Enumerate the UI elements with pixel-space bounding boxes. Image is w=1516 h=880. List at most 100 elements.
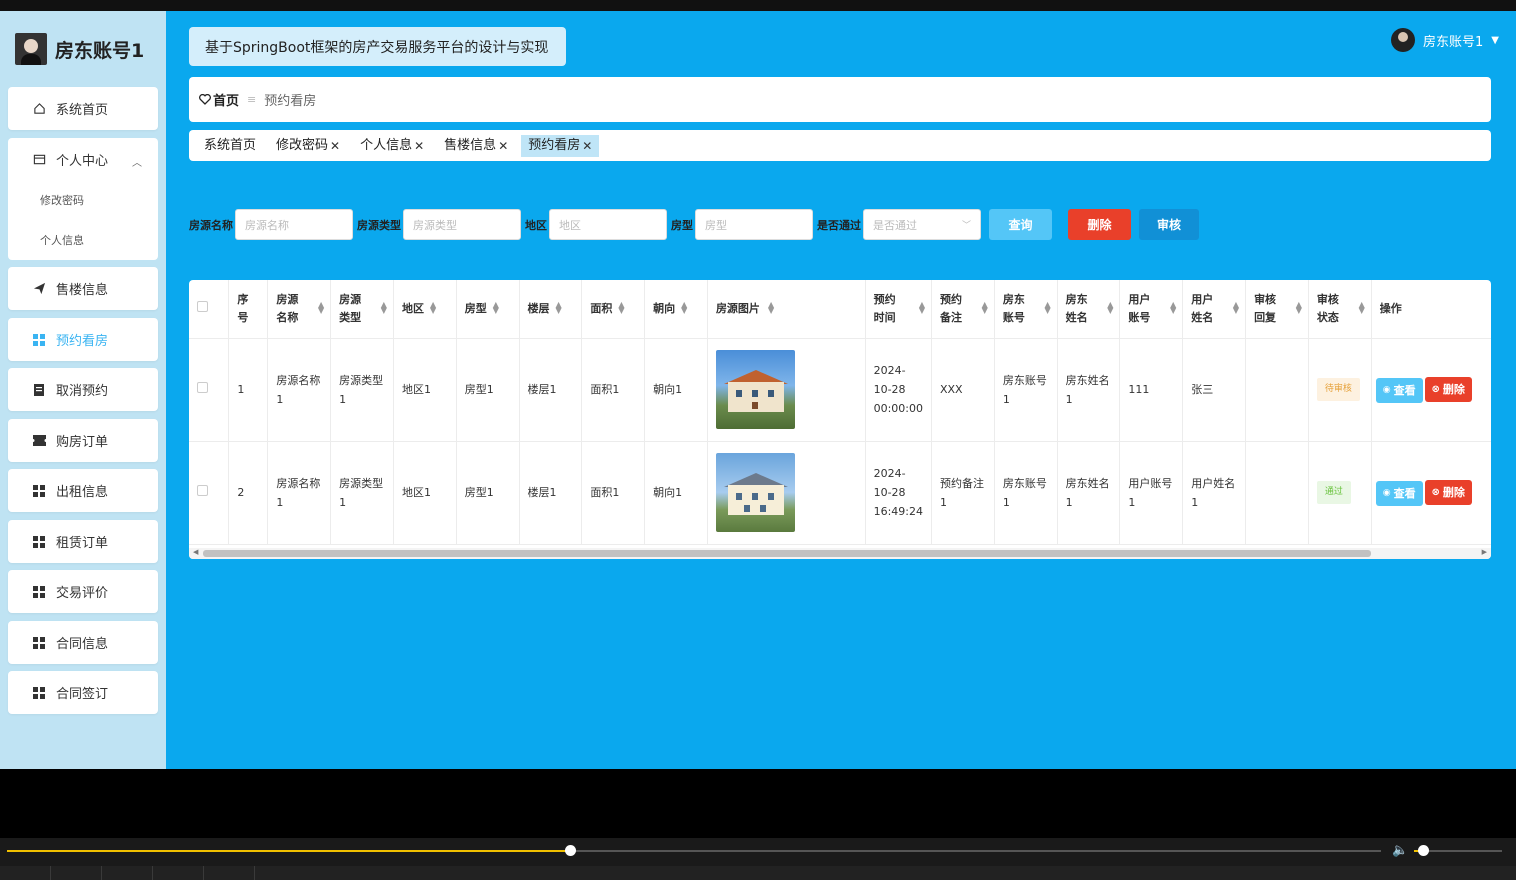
region-input[interactable]: 地区 (549, 209, 667, 240)
close-icon[interactable]: ✕ (582, 135, 592, 157)
volume-icon[interactable]: 🔈 (1392, 843, 1408, 858)
sidebar-item-label: 售楼信息 (56, 283, 109, 298)
volume-knob[interactable] (1417, 845, 1429, 856)
tab-label: 预约看房 (528, 137, 581, 153)
col-orientation[interactable]: 朝向 ▲ ▼ (644, 280, 708, 339)
col-layout[interactable]: 房型 ▲ ▼ (456, 280, 520, 339)
tab-sale-info[interactable]: 售楼信息 ✕ (437, 135, 515, 157)
sort-icon[interactable]: ▲ ▼ (1233, 301, 1239, 315)
sort-icon[interactable]: ▲ ▼ (556, 301, 562, 315)
sidebar-item-appointment[interactable]: 预约看房 (8, 318, 158, 361)
sort-icon[interactable]: ▲ ▼ (681, 301, 687, 315)
house-image[interactable] (715, 453, 795, 532)
search-label-approved: 是否通过 (817, 218, 861, 232)
row-delete-button[interactable]: ⊗ 删除 (1424, 479, 1472, 505)
col-user-account[interactable]: 用户 账号 ▲ ▼ (1119, 280, 1184, 339)
sidebar-item-lease-orders[interactable]: 租赁订单 (8, 520, 158, 563)
sidebar-subitem-change-password[interactable]: 修改密码 (8, 181, 158, 221)
col-owner-account[interactable]: 房东 账号 ▲ ▼ (994, 280, 1058, 339)
sidebar-group-personal: 个人中心 ︿ 修改密码 个人信息 (8, 138, 158, 260)
delete-button[interactable]: 删除 (1068, 209, 1131, 240)
status-badge: 通过 (1316, 481, 1351, 504)
tab-change-password[interactable]: 修改密码 ✕ (269, 135, 347, 157)
cell-status: 通过 (1308, 441, 1372, 545)
sidebar-item-home[interactable]: 系统首页 (8, 87, 158, 130)
sort-icon[interactable]: ▲ ▼ (493, 301, 499, 315)
sort-icon[interactable]: ▲ ▼ (318, 301, 324, 315)
scrollbar-thumb[interactable] (203, 550, 1371, 557)
sidebar-item-cancel-appointment[interactable]: 取消预约 (8, 368, 158, 411)
brand: 房东账号1 (15, 33, 144, 65)
sort-icon[interactable]: ▲ ▼ (1170, 301, 1176, 315)
sidebar-item-contract-info[interactable]: 合同信息 (8, 621, 158, 664)
scroll-right-icon[interactable]: ▶ (1482, 548, 1487, 556)
cell-area: 面积1 (581, 338, 646, 442)
horizontal-scrollbar[interactable]: ◀ ▶ (189, 548, 1491, 559)
scroll-left-icon[interactable]: ◀ (193, 548, 198, 556)
sidebar-item-purchase-orders[interactable]: 购房订单 (8, 419, 158, 462)
sidebar-item-contract-signing[interactable]: 合同签订 (8, 671, 158, 714)
tab-personal-info[interactable]: 个人信息 ✕ (353, 135, 431, 157)
layout-input[interactable]: 房型 (695, 209, 813, 240)
sort-icon[interactable]: ▲ ▼ (381, 301, 387, 315)
col-area[interactable]: 面积 ▲ ▼ (581, 280, 646, 339)
sort-icon[interactable]: ▲ ▼ (919, 301, 925, 315)
col-region[interactable]: 地区 ▲ ▼ (393, 280, 457, 339)
avatar (15, 33, 47, 65)
player-slot (51, 866, 102, 880)
sort-icon[interactable]: ▲ ▼ (618, 301, 624, 315)
breadcrumb-home[interactable]: 首页 (213, 90, 239, 109)
sidebar-item-personal-center[interactable]: 个人中心 ︿ (8, 138, 158, 181)
col-time[interactable]: 预约 时间 ▲ ▼ (865, 280, 932, 339)
cell-type: 房源类型1 (330, 338, 394, 442)
volume-slider[interactable] (1414, 845, 1502, 856)
col-name[interactable]: 房源 名称 ▲ ▼ (267, 280, 332, 339)
col-note[interactable]: 预约 备注 ▲ ▼ (931, 280, 995, 339)
sidebar-item-rental-info[interactable]: 出租信息 (8, 469, 158, 512)
sort-icon[interactable]: ▲ ▼ (1359, 301, 1365, 315)
close-icon[interactable]: ✕ (330, 135, 340, 157)
house-type-input[interactable]: 房源类型 (403, 209, 521, 240)
cell-status: 待审核 (1308, 338, 1372, 442)
row-checkbox[interactable] (197, 485, 208, 496)
eye-icon: ◉ (1382, 487, 1391, 498)
progress-bar[interactable] (7, 845, 1381, 856)
sidebar-subitem-personal-info[interactable]: 个人信息 (8, 221, 158, 261)
search-bar: 房源名称 房源名称 房源类型 房源类型 地区 地区 房型 房型 是否通过 是否通… (189, 209, 1199, 240)
sort-icon[interactable]: ▲ ▼ (1296, 301, 1302, 315)
sort-icon[interactable]: ▲ ▼ (982, 301, 988, 315)
cell-index: 2 (228, 441, 269, 545)
sidebar-item-label: 预约看房 (56, 334, 109, 349)
sort-icon[interactable]: ▲ ▼ (1044, 301, 1050, 315)
sidebar-item-sale-info[interactable]: 售楼信息 (8, 267, 158, 310)
tab-appointment[interactable]: 预约看房 ✕ (521, 134, 600, 157)
view-button[interactable]: ◉ 查看 (1375, 480, 1423, 506)
close-icon[interactable]: ✕ (498, 135, 508, 157)
view-button[interactable]: ◉ 查看 (1375, 377, 1423, 403)
sidebar-item-trade-reviews[interactable]: 交易评价 (8, 570, 158, 613)
col-image[interactable]: 房源图片 ▲ ▼ (707, 280, 866, 339)
select-all-cell (189, 280, 230, 339)
audit-button[interactable]: 审核 (1139, 209, 1199, 240)
col-floor[interactable]: 楼层 ▲ ▼ (519, 280, 583, 339)
house-name-input[interactable]: 房源名称 (235, 209, 353, 240)
query-button[interactable]: 查询 (989, 209, 1052, 240)
col-user-name[interactable]: 用户 姓名 ▲ ▼ (1182, 280, 1247, 339)
row-delete-button[interactable]: ⊗ 删除 (1424, 376, 1472, 402)
col-owner-name[interactable]: 房东 姓名 ▲ ▼ (1057, 280, 1121, 339)
col-status[interactable]: 审核 状态 ▲ ▼ (1308, 280, 1372, 339)
search-label-name: 房源名称 (189, 218, 233, 232)
col-reply[interactable]: 审核 回复 ▲ ▼ (1245, 280, 1309, 339)
sort-icon[interactable]: ▲ ▼ (1107, 301, 1113, 315)
user-menu[interactable]: 房东账号1 ▼ (1391, 28, 1499, 52)
progress-knob[interactable] (565, 845, 577, 856)
select-all-checkbox[interactable] (197, 300, 208, 312)
sort-icon[interactable]: ▲ ▼ (768, 301, 774, 315)
row-checkbox[interactable] (197, 382, 208, 393)
sort-icon[interactable]: ▲ ▼ (430, 301, 436, 315)
col-type[interactable]: 房源 类型 ▲ ▼ (330, 280, 394, 339)
approved-select[interactable]: 是否通过 ﹀ (863, 209, 981, 240)
tab-home[interactable]: 系统首页 (197, 135, 263, 157)
house-image[interactable] (715, 350, 795, 429)
close-icon[interactable]: ✕ (414, 135, 424, 157)
